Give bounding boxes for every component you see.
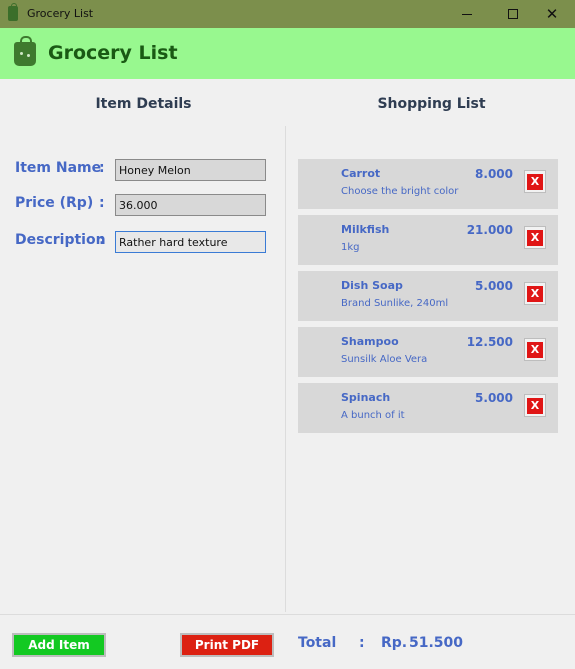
minimize-icon [462,13,472,15]
app-title: Grocery List [48,42,178,64]
close-icon: X [527,229,543,246]
list-item-name: Carrot [341,167,381,180]
shopping-list-heading: Shopping List [377,96,486,112]
list-item-name: Spinach [341,391,391,404]
list-item: Dish Soap Brand Sunlike, 240ml 5.000 X [298,271,558,321]
maximize-icon [508,9,518,19]
add-item-button[interactable]: Add Item [12,633,106,657]
list-item-price: 21.000 [466,223,513,237]
close-window-button[interactable]: ✕ [529,0,575,28]
minimize-button[interactable] [444,0,490,28]
close-icon: X [527,341,543,358]
total-colon: : [359,635,365,651]
item-name-colon: : [99,160,105,176]
list-item-description: A bunch of it [341,410,405,421]
delete-item-button[interactable]: X [524,226,546,249]
close-icon: X [527,173,543,190]
close-icon: ✕ [545,4,559,23]
list-item: Spinach A bunch of it 5.000 X [298,383,558,433]
close-icon: X [527,397,543,414]
description-label: Description [15,232,106,248]
price-input[interactable] [115,194,266,216]
title-bar: Grocery List ✕ [0,0,575,28]
delete-item-button[interactable]: X [524,170,546,193]
item-name-input[interactable] [115,159,266,181]
list-item-description: Brand Sunlike, 240ml [341,298,449,309]
window-title: Grocery List [27,7,94,20]
app-header: Grocery List [0,28,575,79]
list-item: Shampoo Sunsilk Aloe Vera 12.500 X [298,327,558,377]
delete-item-button[interactable]: X [524,338,546,361]
item-name-label: Item Name [15,160,102,176]
item-details-heading: Item Details [95,96,192,112]
description-colon: : [99,232,105,248]
list-item-price: 5.000 [475,279,513,293]
total-value: 51.500 [409,635,464,651]
total-currency: Rp. [381,635,408,651]
list-item-price: 12.500 [466,335,513,349]
list-item-name: Shampoo [341,335,399,348]
shopping-bag-icon [14,36,36,66]
list-item-name: Milkfish [341,223,390,236]
delete-item-button[interactable]: X [524,282,546,305]
list-item-description: Choose the bright color [341,186,459,197]
list-item-price: 8.000 [475,167,513,181]
print-pdf-button[interactable]: Print PDF [180,633,274,657]
list-item-price: 5.000 [475,391,513,405]
close-icon: X [527,285,543,302]
list-item-description: 1kg [341,242,360,253]
list-item: Carrot Choose the bright color 8.000 X [298,159,558,209]
description-input[interactable] [115,231,266,253]
bottom-divider [0,614,575,615]
panel-divider [285,126,286,612]
total-label: Total [298,635,337,651]
price-label: Price (Rp) [15,195,94,211]
list-item: Milkfish 1kg 21.000 X [298,215,558,265]
delete-item-button[interactable]: X [524,394,546,417]
app-bag-icon [8,3,18,21]
list-item-name: Dish Soap [341,279,403,292]
list-item-description: Sunsilk Aloe Vera [341,354,428,365]
price-colon: : [99,195,105,211]
